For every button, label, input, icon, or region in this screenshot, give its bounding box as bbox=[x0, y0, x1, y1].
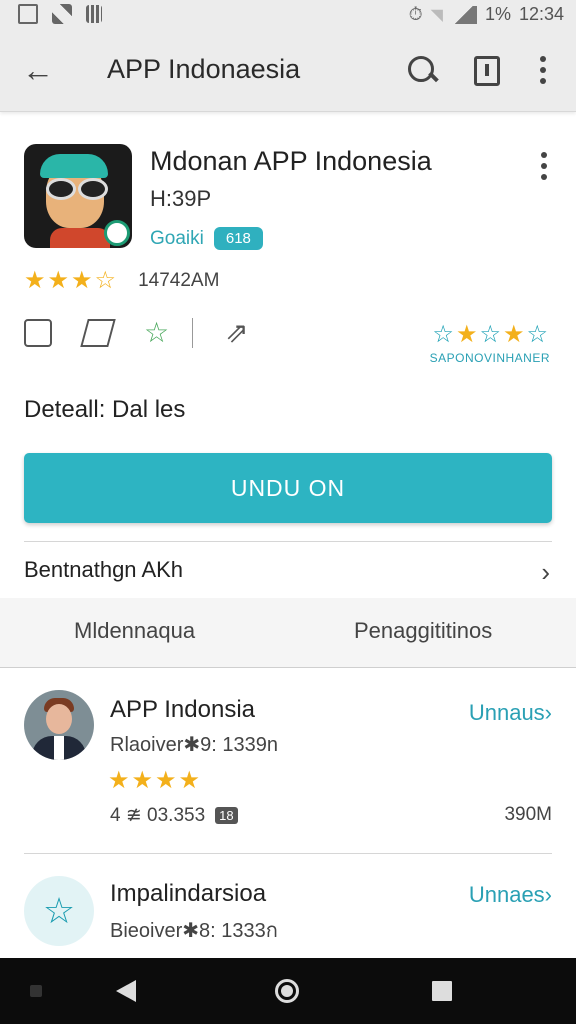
editor-rating: ☆★☆★☆ SAPONOVINHANER bbox=[430, 320, 550, 365]
battery-level: 1% bbox=[484, 4, 511, 24]
tag-label: Goaiki bbox=[150, 227, 204, 249]
about-row[interactable]: Bentnathgn AKh › bbox=[24, 557, 552, 587]
list-item-title: APP Indonsia bbox=[110, 696, 255, 723]
list-item-subtitle: Bieoiver✱8: 1333ก bbox=[110, 920, 278, 942]
tab-second[interactable]: Penaggititinos bbox=[354, 618, 492, 644]
notification-icon bbox=[86, 5, 102, 23]
copy-icon[interactable] bbox=[24, 319, 52, 347]
share-icon[interactable] bbox=[80, 319, 116, 347]
list-item-size: 390M bbox=[504, 804, 552, 825]
back-arrow-icon[interactable]: ← bbox=[22, 50, 54, 90]
details-label: Deteall: Dal les bbox=[24, 396, 186, 423]
nav-back-icon[interactable] bbox=[116, 980, 136, 1002]
update-link[interactable]: Unnaes› bbox=[469, 882, 552, 908]
list-item[interactable]: ☆ Impalindarsioa Unnaes› Bieoiver✱8: 133… bbox=[24, 872, 552, 952]
app-tag: Goaiki 618 bbox=[150, 227, 263, 250]
wishlist-star-icon[interactable]: ☆ bbox=[144, 319, 172, 347]
avatar bbox=[24, 690, 94, 760]
list-item-meta-text: 4 ≇ 03.353 bbox=[110, 805, 206, 826]
divider bbox=[192, 318, 193, 348]
rating-stars: ★★★☆ bbox=[24, 267, 119, 294]
rating-count: 14742AM bbox=[138, 269, 220, 291]
divider bbox=[24, 853, 552, 854]
app-more-options-icon[interactable] bbox=[541, 152, 547, 185]
wifi-icon: ◥ bbox=[430, 6, 443, 24]
image-notification-icon bbox=[18, 4, 38, 24]
page-title: APP Indonaesia bbox=[107, 54, 301, 84]
editor-rating-stars: ☆★☆★☆ bbox=[432, 321, 550, 348]
app-bar: ← APP Indonaesia bbox=[0, 30, 576, 112]
list-item-subtitle: Rlaoiver✱9: 1339n bbox=[110, 734, 278, 756]
more-options-icon[interactable] bbox=[540, 56, 548, 86]
chevron-right-icon: › bbox=[541, 557, 550, 587]
app-developer[interactable]: H:39P bbox=[150, 186, 211, 212]
clock: 12:34 bbox=[518, 4, 564, 24]
search-icon[interactable] bbox=[406, 54, 440, 88]
rating-row: ★★★☆ 14742AM bbox=[24, 266, 219, 295]
age-badge: 618 bbox=[213, 227, 263, 250]
nav-recents-icon[interactable] bbox=[432, 981, 452, 1001]
editor-rating-label: SAPONOVINHANER bbox=[429, 351, 550, 365]
list-item[interactable]: APP Indonsia Unnaus› Rlaoiver✱9: 1339n ★… bbox=[24, 690, 552, 840]
verified-badge-icon bbox=[104, 220, 130, 246]
nav-home-icon[interactable] bbox=[275, 979, 299, 1003]
tab-bar: Mldennaqua Penaggititinos bbox=[0, 598, 576, 668]
lock-icon bbox=[30, 985, 42, 997]
info-icon[interactable] bbox=[474, 56, 500, 86]
list-item-title: Impalindarsioa bbox=[110, 880, 267, 907]
action-row: ☆ ⇗ bbox=[24, 318, 253, 348]
app-icon bbox=[24, 144, 132, 248]
list-item-rating-stars: ★★★★ bbox=[108, 767, 203, 794]
about-label: Bentnathgn AKh bbox=[24, 557, 184, 582]
star-app-icon: ☆ bbox=[24, 876, 94, 946]
app-name: Mdonan APP Indonesia bbox=[150, 146, 432, 176]
pin-icon[interactable]: ⇗ bbox=[225, 319, 253, 347]
alarm-icon: ⏱ bbox=[408, 4, 423, 24]
tab-first[interactable]: Mldennaqua bbox=[74, 618, 195, 644]
divider bbox=[24, 541, 552, 542]
update-link[interactable]: Unnaus› bbox=[469, 700, 552, 726]
status-bar: ⏱ ◥ 1% 12:34 bbox=[0, 0, 576, 30]
navigation-bar bbox=[0, 958, 576, 1024]
app-notification-icon bbox=[52, 4, 72, 24]
install-button[interactable]: UNDU ON bbox=[24, 453, 552, 523]
list-item-meta: 4 ≇ 03.353 18 bbox=[110, 804, 238, 827]
age-rating-tag: 18 bbox=[215, 807, 238, 824]
signal-icon bbox=[450, 5, 477, 24]
